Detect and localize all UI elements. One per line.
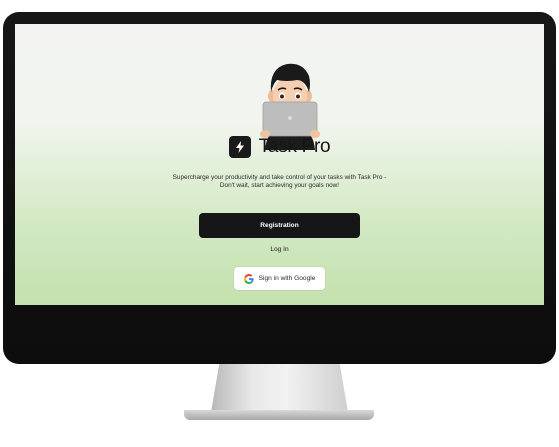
login-link[interactable]: Log In (15, 246, 544, 253)
google-signin-label: Sign in with Google (258, 275, 316, 282)
monitor-stand-neck (211, 364, 348, 412)
lightning-bolt-glyph (235, 141, 244, 153)
brand-header: Task Pro (15, 136, 544, 158)
google-signin-button[interactable]: Sign in with Google (234, 267, 325, 290)
registration-button[interactable]: Registration (199, 213, 360, 238)
desktop-monitor: Task Pro Supercharge your productivity a… (0, 0, 559, 447)
google-g-icon (243, 273, 254, 284)
tagline: Supercharge your productivity and take c… (172, 174, 387, 189)
monitor-stand-base (184, 410, 374, 420)
lightning-bolt-icon (228, 136, 251, 158)
welcome-screen: Task Pro Supercharge your productivity a… (15, 24, 544, 305)
app-name: Task Pro (258, 136, 331, 157)
